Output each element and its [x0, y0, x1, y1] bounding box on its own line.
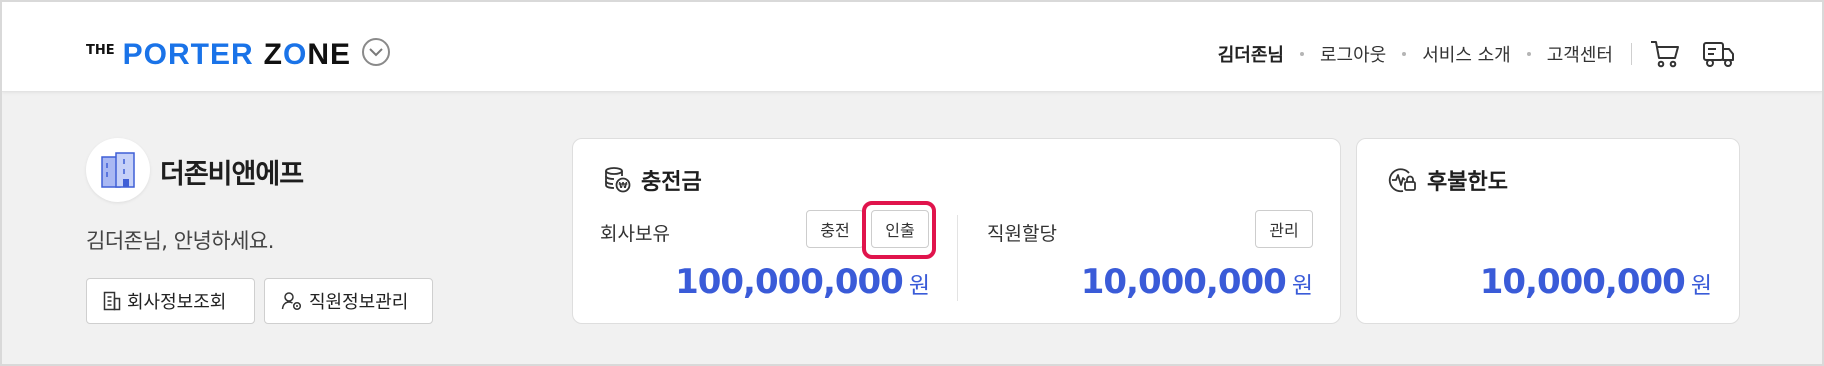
staff-info-button-label: 직원정보관리 — [309, 292, 409, 313]
balance-card-title-text: 충전금 — [641, 170, 702, 195]
nav-divider — [1631, 43, 1632, 65]
nav-service-intro-link[interactable]: 서비스 소개 — [1422, 41, 1511, 67]
balance-divider — [957, 215, 958, 301]
top-header: THE PORTER ZONE 김더존님 로그아웃 서비스 소개 고객센터 — [2, 2, 1822, 92]
withdraw-highlight-outline — [862, 201, 936, 259]
charge-button[interactable]: 충전 — [806, 210, 864, 248]
company-info-button[interactable]: 회사정보조회 — [86, 278, 255, 324]
logo-zone-text: ZONE — [263, 38, 352, 71]
credit-limit-icon — [1387, 166, 1417, 194]
nav-customer-center-link[interactable]: 고객센터 — [1547, 41, 1613, 67]
company-building-icon — [86, 138, 150, 202]
credit-card-title: 후불한도 — [1387, 164, 1508, 196]
page-frame: THE PORTER ZONE 김더존님 로그아웃 서비스 소개 고객센터 더존… — [0, 0, 1824, 366]
building-icon — [103, 291, 121, 311]
credit-limit-card: 후불한도 10,000,000 원 — [1356, 138, 1740, 324]
cart-icon[interactable] — [1648, 37, 1682, 71]
company-info-button-label: 회사정보조회 — [127, 292, 227, 313]
credit-amount-value: 10,000,000 — [1479, 262, 1686, 302]
porter-zone-logo[interactable]: THE PORTER ZONE — [86, 40, 351, 70]
greeting-text: 김더존님, 안녕하세요. — [86, 229, 274, 253]
staff-amount-unit: 원 — [1291, 273, 1313, 299]
nav-logout-link[interactable]: 로그아웃 — [1320, 41, 1386, 67]
coins-icon: ₩ — [603, 166, 631, 194]
chevron-down-icon[interactable] — [362, 38, 390, 66]
nav-separator-dot — [1402, 52, 1407, 56]
top-nav: 김더존님 로그아웃 서비스 소개 고객센터 — [1218, 34, 1736, 74]
company-amount: 100,000,000 원 — [675, 262, 930, 302]
company-amount-unit: 원 — [908, 273, 930, 299]
logo-the-text: THE — [86, 43, 115, 58]
credit-amount: 10,000,000 원 — [1480, 262, 1712, 302]
staff-amount-value: 10,000,000 — [1080, 262, 1287, 302]
nav-separator-dot — [1299, 52, 1304, 56]
nav-user-name[interactable]: 김더존님 — [1218, 41, 1284, 67]
company-holdings-label: 회사보유 — [600, 223, 670, 245]
svg-text:₩: ₩ — [619, 181, 628, 190]
balance-card: ₩ 충전금 회사보유 충전 인출 100,000,000 원 직원할당 관리 1… — [572, 138, 1341, 324]
user-settings-icon — [281, 291, 303, 311]
company-name: 더존비앤에프 — [160, 159, 304, 190]
delivery-truck-icon[interactable] — [1702, 37, 1736, 71]
manage-button[interactable]: 관리 — [1255, 210, 1313, 248]
nav-separator-dot — [1526, 52, 1531, 56]
balance-card-title: ₩ 충전금 — [603, 164, 702, 196]
credit-amount-unit: 원 — [1690, 273, 1712, 299]
credit-card-title-text: 후불한도 — [1427, 170, 1508, 195]
staff-amount: 10,000,000 원 — [1081, 262, 1313, 302]
logo-porter-text: PORTER — [122, 38, 254, 71]
company-amount-value: 100,000,000 — [675, 262, 904, 302]
staff-info-button[interactable]: 직원정보관리 — [264, 278, 433, 324]
staff-allocation-label: 직원할당 — [987, 223, 1057, 245]
